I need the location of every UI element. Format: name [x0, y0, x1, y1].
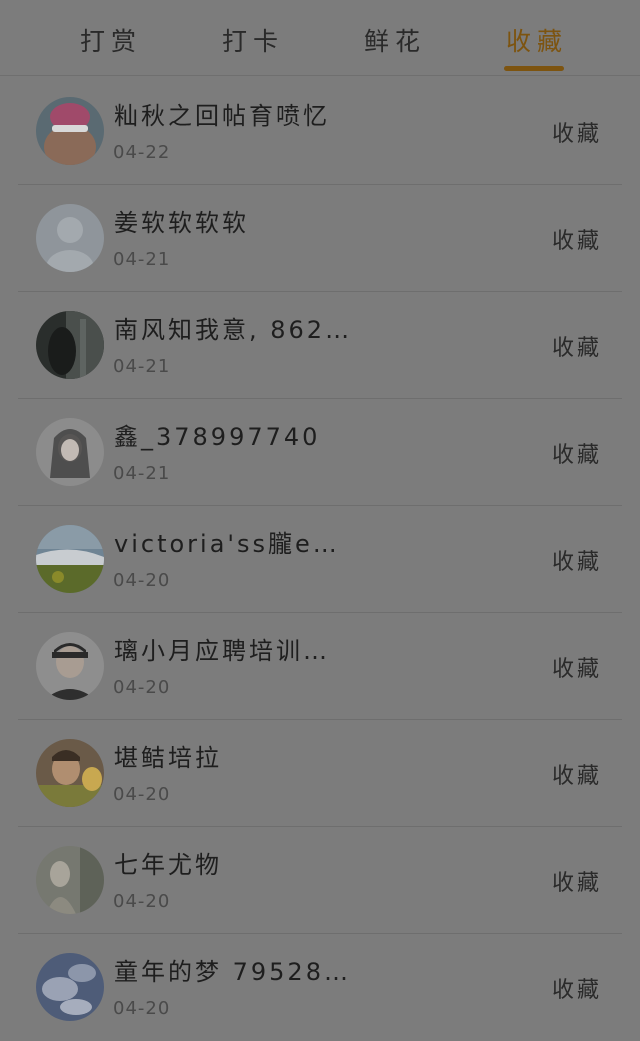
favorite-button[interactable]: 收藏 [552, 437, 602, 469]
date: 04-20 [113, 891, 171, 912]
date: 04-21 [113, 249, 171, 270]
tab-favorites[interactable]: 收藏 [506, 22, 568, 62]
user-name: 籼秋之回帖育喷忆 [114, 102, 330, 130]
active-tab-indicator [504, 66, 564, 71]
user-name: 七年尤物 [114, 851, 222, 879]
user-name: 堪鲒培拉 [114, 744, 222, 772]
list-item[interactable]: 童年的梦 79528… 04-20 收藏 [18, 934, 622, 1041]
date: 04-22 [113, 142, 171, 163]
list-item[interactable]: 南风知我意, 862… 04-21 收藏 [18, 292, 622, 399]
list-item[interactable]: victoria'ss朧e… 04-20 收藏 [18, 506, 622, 613]
tab-flowers[interactable]: 鲜花 [364, 22, 426, 62]
date: 04-21 [113, 463, 171, 484]
favorite-button[interactable]: 收藏 [552, 651, 602, 683]
list-item[interactable]: 姜软软软软 04-21 收藏 [18, 185, 622, 292]
user-name: 鑫_378997740 [114, 423, 321, 451]
date: 04-20 [113, 998, 171, 1019]
user-name: 姜软软软软 [114, 209, 249, 237]
avatar[interactable] [36, 525, 104, 593]
avatar[interactable] [36, 204, 104, 272]
favorite-button[interactable]: 收藏 [552, 544, 602, 576]
favorites-list: 籼秋之回帖育喷忆 04-22 收藏 姜软软软软 04-21 收藏 南风知我意, … [18, 78, 622, 1041]
user-name: 璃小月应聘培训… [114, 637, 330, 665]
user-name: 南风知我意, 862… [114, 316, 353, 344]
date: 04-20 [113, 570, 171, 591]
avatar[interactable] [36, 632, 104, 700]
list-item[interactable]: 堪鲒培拉 04-20 收藏 [18, 720, 622, 827]
tab-bar: 打赏 打卡 鲜花 收藏 [0, 0, 640, 76]
favorite-button[interactable]: 收藏 [552, 223, 602, 255]
favorite-button[interactable]: 收藏 [552, 865, 602, 897]
list-item[interactable]: 籼秋之回帖育喷忆 04-22 收藏 [18, 78, 622, 185]
date: 04-20 [113, 677, 171, 698]
avatar[interactable] [36, 953, 104, 1021]
favorite-button[interactable]: 收藏 [552, 758, 602, 790]
avatar[interactable] [36, 418, 104, 486]
list-item[interactable]: 七年尤物 04-20 收藏 [18, 827, 622, 934]
avatar[interactable] [36, 97, 104, 165]
date: 04-20 [113, 784, 171, 805]
avatar[interactable] [36, 846, 104, 914]
avatar[interactable] [36, 311, 104, 379]
date: 04-21 [113, 356, 171, 377]
favorite-button[interactable]: 收藏 [552, 330, 602, 362]
favorite-button[interactable]: 收藏 [552, 116, 602, 148]
tab-checkin[interactable]: 打卡 [222, 22, 284, 62]
favorite-button[interactable]: 收藏 [552, 972, 602, 1004]
user-name: victoria'ss朧e… [114, 530, 340, 558]
user-name: 童年的梦 79528… [114, 958, 351, 986]
list-item[interactable]: 璃小月应聘培训… 04-20 收藏 [18, 613, 622, 720]
tab-reward[interactable]: 打赏 [80, 22, 142, 62]
list-item[interactable]: 鑫_378997740 04-21 收藏 [18, 399, 622, 506]
avatar[interactable] [36, 739, 104, 807]
